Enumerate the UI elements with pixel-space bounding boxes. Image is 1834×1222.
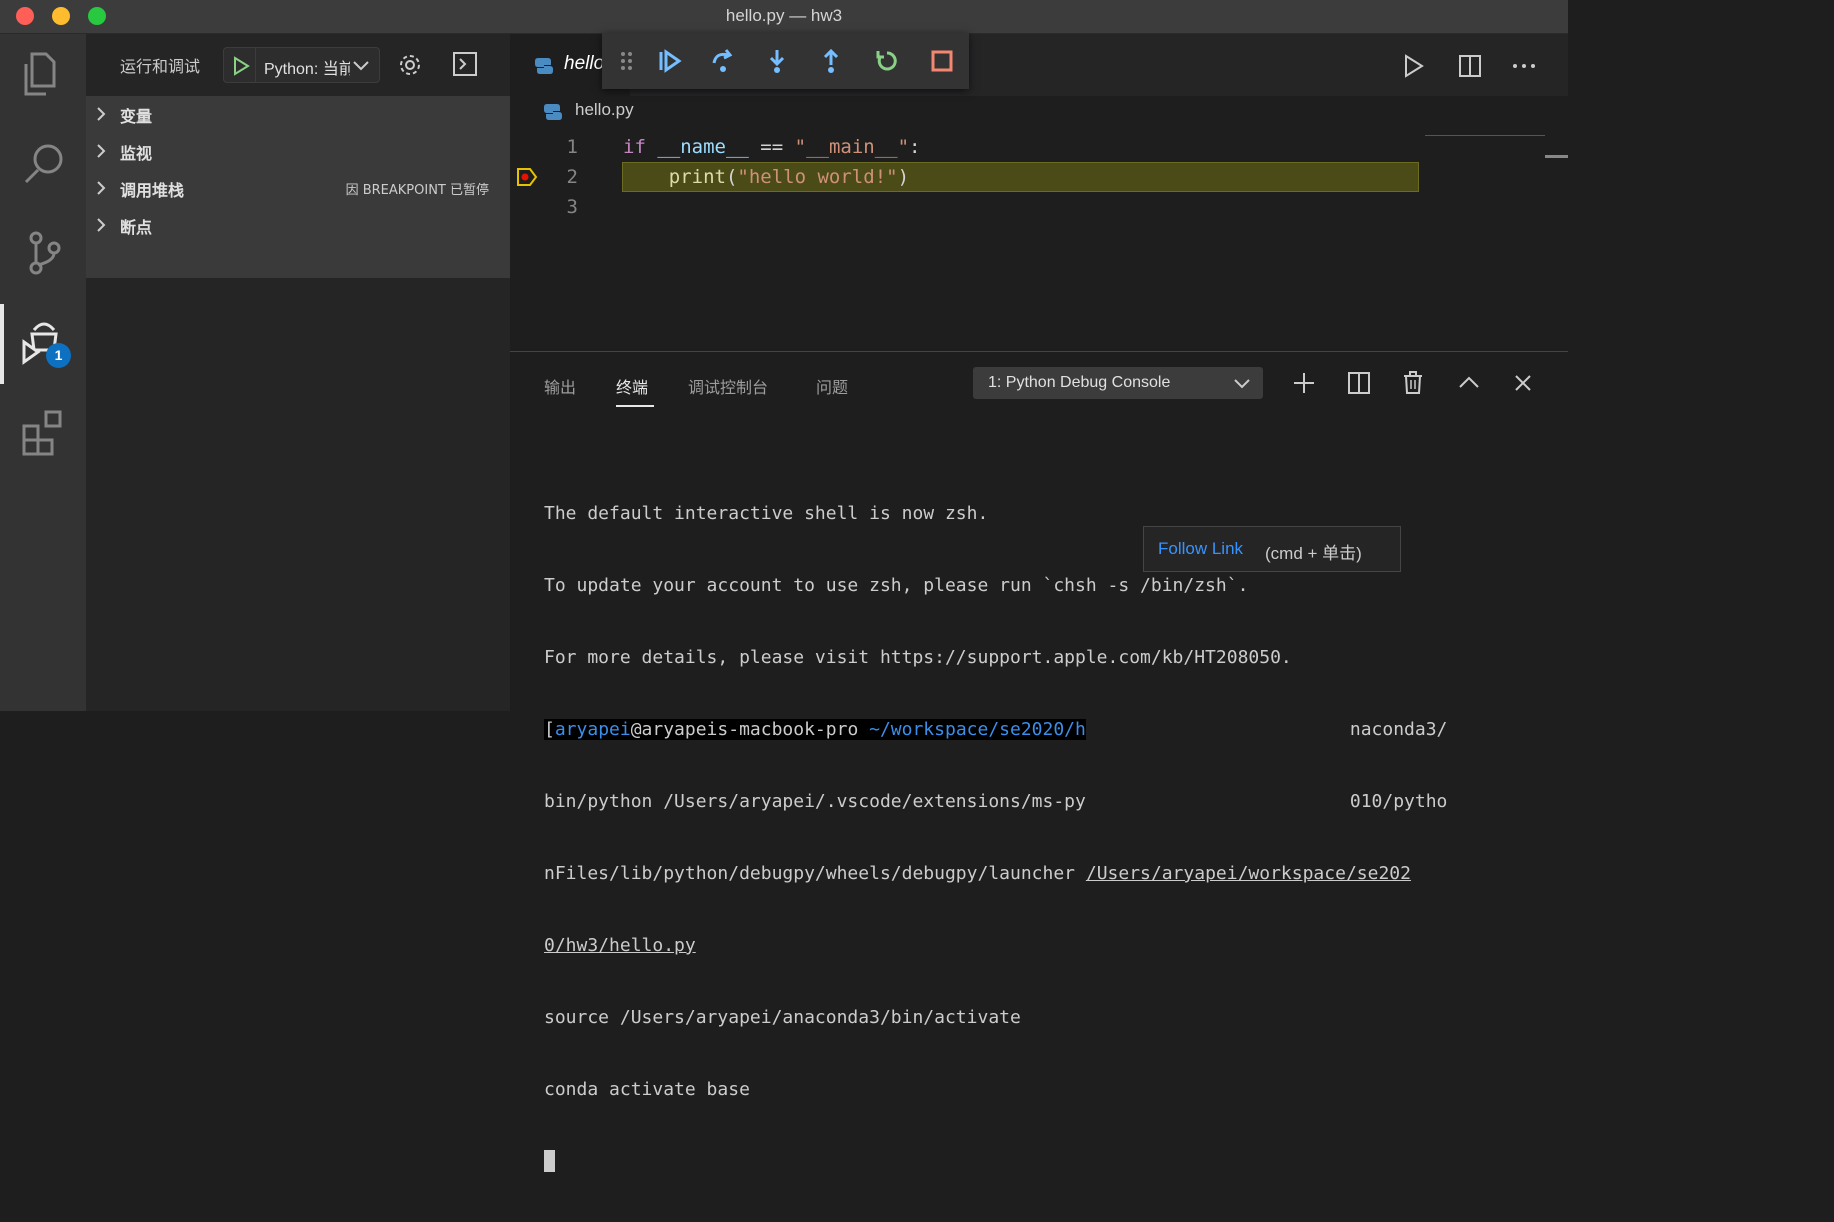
python-file-icon	[535, 58, 553, 74]
terminal-cursor-line	[544, 1150, 1514, 1174]
source-control-activity[interactable]	[0, 214, 86, 294]
debug-toolbar	[602, 33, 969, 89]
terminal-line: The default interactive shell is now zsh…	[544, 503, 989, 524]
code-text: if __name__ == "__main__":	[623, 136, 921, 158]
line-number: 2	[566, 166, 578, 188]
code-line: 3	[510, 192, 1568, 222]
code-line: 1 if __name__ == "__main__":	[510, 132, 1568, 162]
paused-status: 因 BREAKPOINT 已暂停	[345, 183, 489, 198]
run-file-icon[interactable]	[1400, 53, 1426, 79]
extensions-icon	[22, 410, 62, 456]
debug-badge: 1	[46, 343, 71, 368]
run-debug-sidebar: 运行和调试 Python: 当前文件 变量 监视	[86, 34, 510, 711]
sidebar-header: 运行和调试 Python: 当前文件	[86, 34, 510, 94]
follow-link-tooltip: Follow Link (cmd + 单击)	[1143, 526, 1401, 572]
new-terminal-icon[interactable]	[1291, 370, 1317, 396]
launch-config-label: Python: 当前文件	[264, 61, 350, 78]
files-icon	[24, 52, 56, 96]
split-terminal-icon[interactable]	[1346, 370, 1372, 396]
section-label: 监视	[120, 144, 153, 163]
search-icon	[24, 144, 63, 184]
terminal-line: To update your account to use zsh, pleas…	[544, 575, 1249, 596]
minimap[interactable]	[1425, 135, 1545, 136]
breadcrumb-file[interactable]: hello.py	[575, 100, 634, 120]
active-tab-indicator	[616, 405, 654, 407]
step-into-icon[interactable]	[763, 47, 791, 75]
terminal-select-value: 1: Python Debug Console	[988, 374, 1171, 391]
terminal-select[interactable]: 1: Python Debug Console	[973, 367, 1263, 399]
section-label: 调用堆栈	[120, 181, 185, 200]
code-text: print("hello world!")	[668, 166, 910, 188]
section-label: 变量	[120, 107, 153, 126]
line-number: 3	[566, 196, 578, 218]
sidebar-title: 运行和调试	[120, 57, 201, 76]
line-number: 1	[566, 136, 578, 158]
terminal-line: 0/hw3/hello.py	[544, 934, 1514, 958]
step-out-icon[interactable]	[817, 47, 845, 75]
step-over-icon[interactable]	[709, 47, 737, 75]
chevron-right-icon	[97, 144, 106, 158]
code-line-current: 2 print("hello world!")	[510, 162, 1568, 192]
close-icon[interactable]	[1510, 370, 1536, 396]
code-editor[interactable]: 1 if __name__ == "__main__": 2 print("he…	[510, 130, 1568, 350]
terminal-line: For more details, please visit https://s…	[544, 647, 1292, 668]
terminal-line: nFiles/lib/python/debugpy/wheels/debugpy…	[544, 863, 1411, 884]
section-label: 断点	[120, 218, 153, 237]
restart-icon[interactable]	[873, 47, 901, 75]
tab-output[interactable]: 输出	[544, 374, 576, 398]
search-activity[interactable]	[0, 124, 86, 204]
explorer-activity[interactable]	[0, 34, 86, 114]
terminal-line: conda activate base	[544, 1079, 750, 1100]
chevron-down-icon	[353, 61, 369, 71]
gear-icon[interactable]	[397, 52, 423, 78]
chevron-right-icon	[97, 181, 106, 195]
more-actions-icon[interactable]	[1511, 53, 1537, 79]
python-file-icon	[544, 104, 562, 120]
chevron-up-icon[interactable]	[1456, 370, 1482, 396]
launch-config-select[interactable]: Python: 当前文件	[223, 47, 380, 83]
window-title: hello.py — hw3	[725, 6, 843, 25]
file-link-continued[interactable]: 0/hw3/hello.py	[544, 935, 696, 956]
terminal-cursor	[544, 1150, 555, 1172]
terminal-line: source /Users/aryapei/anaconda3/bin/acti…	[544, 1007, 1021, 1028]
start-debugging-icon[interactable]	[230, 55, 252, 77]
follow-link-hint: (cmd + 单击)	[1265, 544, 1362, 563]
prompt-text: [aryapei@aryapeis-macbook-pro ~/workspac…	[544, 719, 1086, 740]
section-breakpoints[interactable]: 断点	[86, 207, 510, 243]
chevron-right-icon	[97, 107, 106, 121]
continue-icon[interactable]	[655, 47, 683, 75]
split-editor-icon[interactable]	[1457, 53, 1483, 79]
tab-terminal[interactable]: 终端	[616, 374, 648, 398]
chevron-down-icon	[1234, 379, 1250, 389]
section-variables[interactable]: 变量	[86, 96, 510, 132]
bottom-panel: 输出 终端 调试控制台 问题 1: Python Debug Console T…	[510, 351, 1568, 1172]
drag-handle-icon[interactable]	[620, 51, 634, 71]
file-link[interactable]: /Users/aryapei/workspace/se202	[1086, 863, 1411, 884]
follow-link[interactable]: Follow Link	[1158, 539, 1243, 559]
title-bar: hello.py — hw3	[0, 0, 1568, 34]
tab-problems[interactable]: 问题	[816, 374, 848, 398]
section-call-stack[interactable]: 调用堆栈 因 BREAKPOINT 已暂停	[86, 170, 510, 206]
extensions-activity[interactable]	[0, 394, 86, 474]
terminal-prompt-line: [aryapei@aryapeis-macbook-pro ~/workspac…	[544, 719, 1448, 740]
activity-bar: 1	[0, 34, 86, 711]
run-debug-activity[interactable]	[0, 304, 86, 384]
debug-console-icon[interactable]	[452, 51, 478, 77]
debug-sections: 变量 监视 调用堆栈 因 BREAKPOINT 已暂停 断点	[86, 96, 510, 278]
stop-icon[interactable]	[928, 47, 956, 75]
trash-icon[interactable]	[1400, 370, 1426, 396]
section-watch[interactable]: 监视	[86, 133, 510, 169]
chevron-right-icon	[97, 218, 106, 232]
debug-icon	[22, 322, 58, 365]
terminal-line: bin/python /Users/aryapei/.vscode/extens…	[544, 791, 1448, 812]
source-control-icon	[29, 231, 61, 275]
tab-debug-console[interactable]: 调试控制台	[688, 374, 768, 398]
scrollbar-marker[interactable]	[1545, 155, 1568, 158]
